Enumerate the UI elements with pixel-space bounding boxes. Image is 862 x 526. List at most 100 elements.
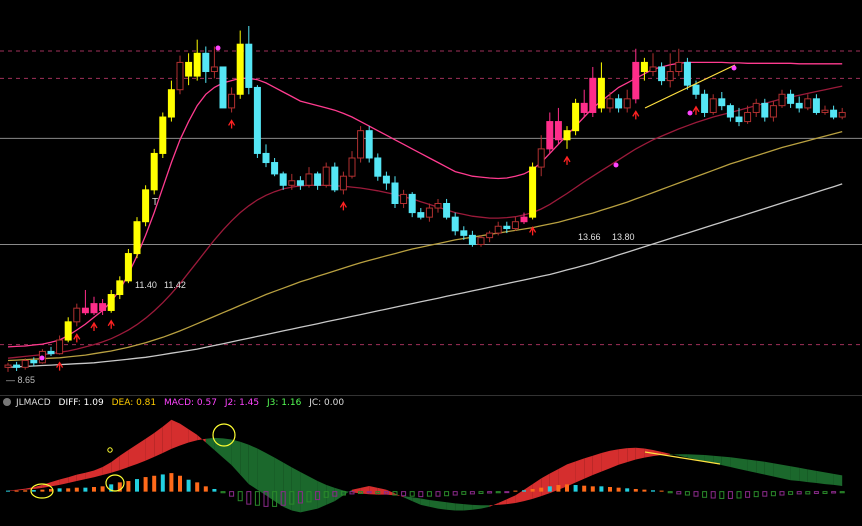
macd-ribbon-segment xyxy=(481,505,490,509)
candle-body xyxy=(245,43,253,88)
candle-body xyxy=(314,173,322,186)
t-marker: T xyxy=(152,197,158,208)
histogram-bar xyxy=(246,491,252,505)
candle-body xyxy=(56,339,64,355)
macd-ribbon-segment xyxy=(429,499,438,509)
candle-body xyxy=(744,111,752,123)
moving-average-line xyxy=(7,130,843,362)
candle-body xyxy=(365,130,373,159)
histogram-bar xyxy=(504,491,510,494)
candle-body xyxy=(804,98,812,109)
macd-ribbon-segment xyxy=(59,477,69,485)
macd-ribbon-segment xyxy=(51,479,60,487)
histogram-bar xyxy=(31,490,36,492)
macd-ribbon-segment xyxy=(635,447,645,460)
macd-ribbon-segment xyxy=(326,484,335,505)
candle-body xyxy=(90,303,98,314)
price-label-1380: 13.80 xyxy=(612,232,635,242)
macd-ribbon-segment xyxy=(463,504,473,511)
candle-body xyxy=(434,203,442,209)
candle-body xyxy=(761,102,769,118)
macd-ribbon-segment xyxy=(111,455,120,473)
histogram-bar xyxy=(608,487,612,492)
marker-dot xyxy=(215,45,221,51)
indicator-legend: JLMACD DIFF: 1.09 DEA: 0.81 MACD: 0.57 J… xyxy=(0,395,862,411)
histogram-bar xyxy=(651,490,655,492)
candle-body xyxy=(812,98,820,113)
macd-ribbon-segment xyxy=(240,441,249,485)
histogram-bar xyxy=(539,487,544,492)
j2-value: J2: 1.45 xyxy=(224,398,260,408)
histogram-bar xyxy=(495,491,501,494)
candle-body xyxy=(580,102,588,113)
candle-body xyxy=(382,175,390,184)
candle-body xyxy=(253,86,261,154)
macd-ribbon-segment xyxy=(446,502,456,511)
candle-body xyxy=(546,121,554,150)
buy-arrow-icon xyxy=(107,319,115,329)
histogram-bar xyxy=(401,491,407,497)
histogram-bar xyxy=(822,491,828,494)
histogram-bar xyxy=(813,491,819,494)
macd-ribbon-segment xyxy=(584,455,593,479)
candle-body xyxy=(606,98,614,109)
histogram-bar xyxy=(237,491,243,502)
candle-body xyxy=(348,157,356,177)
macd-ribbon-segment xyxy=(68,474,77,483)
macd-ribbon-segment xyxy=(334,487,344,502)
macd-ribbon-segment xyxy=(618,448,628,465)
buy-arrow-icon xyxy=(563,155,571,165)
indicator-name: JLMACD xyxy=(16,398,51,408)
j3-value: J3: 1.16 xyxy=(267,398,302,408)
price-label-1142: 11.42 xyxy=(164,280,186,290)
macd-ribbon-segment xyxy=(601,450,610,472)
candle-body xyxy=(417,212,425,218)
histogram-bar xyxy=(452,491,458,496)
histogram-bar xyxy=(556,485,561,492)
macd-ribbon-segment xyxy=(807,469,817,483)
candle-body xyxy=(838,111,846,118)
buy-arrow-icon xyxy=(73,333,81,343)
macd-ribbon-segment xyxy=(119,450,129,471)
candle-body xyxy=(778,93,786,107)
histogram-bar xyxy=(100,486,105,492)
candle-body xyxy=(210,66,218,73)
candle-body xyxy=(632,61,640,100)
candle-body xyxy=(597,77,605,109)
histogram-bar xyxy=(254,491,260,506)
candle-body xyxy=(830,109,838,118)
candle-body xyxy=(322,166,330,186)
candle-body xyxy=(150,152,158,191)
indicator-toggle-icon[interactable] xyxy=(3,398,11,406)
macd-ribbon-segment xyxy=(300,471,309,513)
candle-body xyxy=(124,253,132,282)
candle-body xyxy=(236,43,244,95)
candle-body xyxy=(357,130,365,159)
buy-arrow-icon xyxy=(529,226,537,236)
candle-body xyxy=(116,280,124,296)
macd-ribbon-segment xyxy=(128,444,137,468)
candle-body xyxy=(529,166,537,218)
histogram-bar xyxy=(461,491,467,495)
candle-body xyxy=(726,105,734,118)
macd-ribbon-segment xyxy=(205,437,215,451)
macd-ribbon-segment xyxy=(171,419,180,449)
histogram-bar xyxy=(83,487,88,492)
moving-average-line xyxy=(7,61,843,348)
candle-body xyxy=(142,189,150,223)
macd-ribbon-segment xyxy=(472,504,481,510)
macd-ribbon-segment xyxy=(403,496,413,502)
histogram-bar xyxy=(796,491,802,495)
macd-ribbon-segment xyxy=(730,457,739,469)
candle-body xyxy=(821,109,829,113)
macd-ribbon-segment xyxy=(309,476,318,511)
candle-body xyxy=(486,232,494,239)
marker-dot xyxy=(687,110,693,116)
macd-ribbon-segment xyxy=(145,433,155,461)
histogram-bar xyxy=(220,491,226,494)
histogram-bar xyxy=(143,477,148,492)
price-label-1366: 13.66 xyxy=(578,232,601,242)
histogram-bar xyxy=(573,485,578,492)
macd-ribbon-segment xyxy=(498,499,507,505)
macd-ribbon-segment xyxy=(180,423,189,446)
